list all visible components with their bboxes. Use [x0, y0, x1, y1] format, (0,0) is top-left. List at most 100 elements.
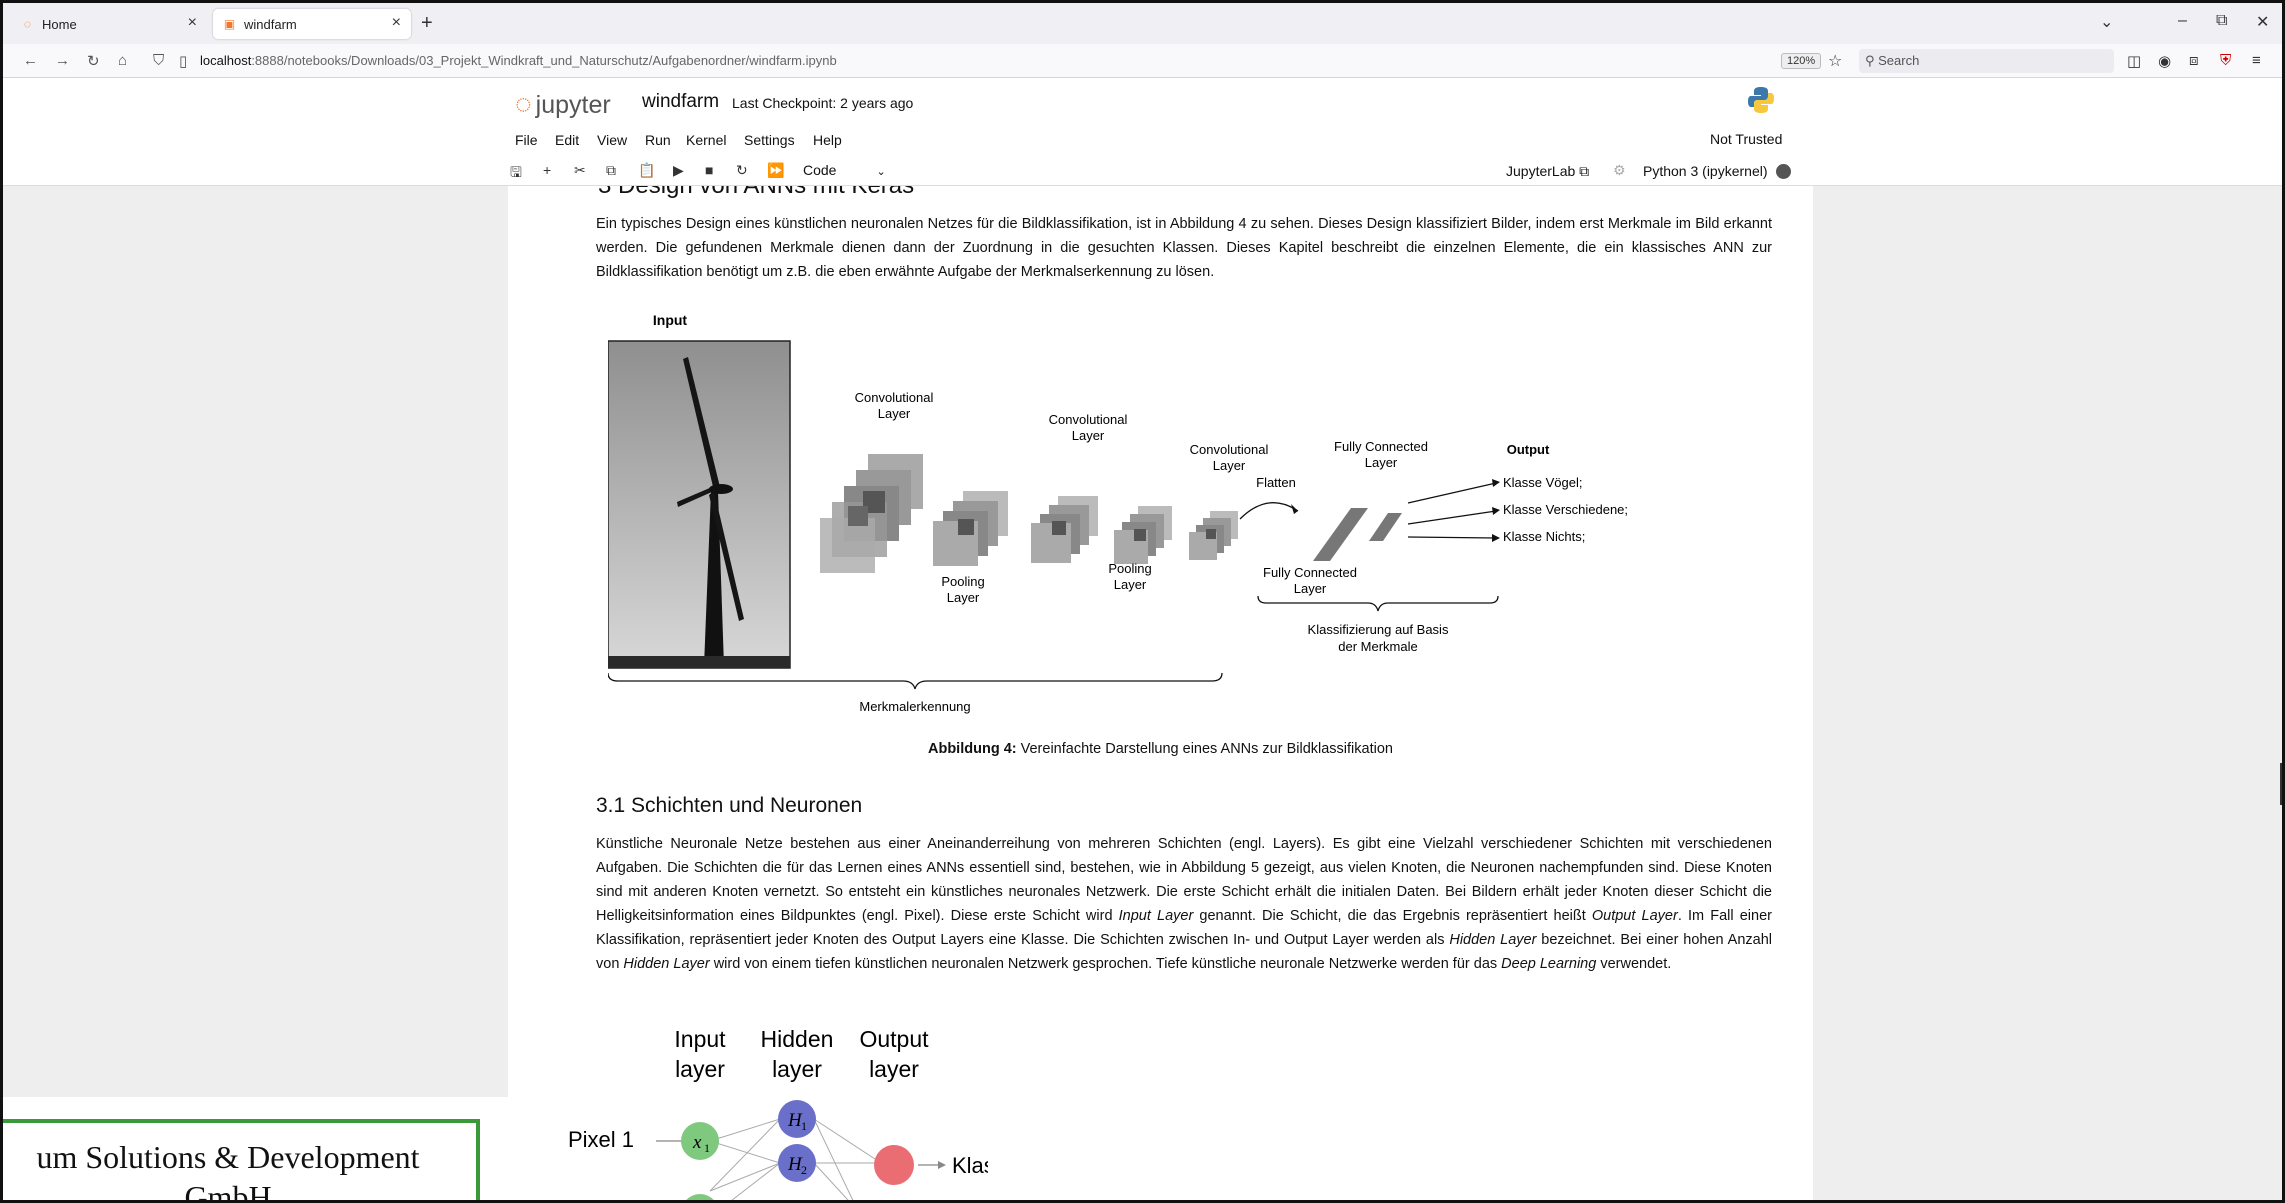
input-node-x2 — [686, 1194, 714, 1200]
fig4-flatten-label: Flatten — [1256, 475, 1296, 490]
browser-tabstrip: ◌ Home × ▣ windfarm × + ⌄ – ⧉ ✕ — [3, 3, 2282, 44]
run-all-icon[interactable]: ⏩ — [767, 162, 784, 179]
figure-5-network-diagram: Input layer Hidden layer Output layer Pi… — [568, 1026, 988, 1200]
jupyterlab-label: JupyterLab — [1506, 163, 1576, 179]
fig4-output-label: Output — [1507, 442, 1550, 457]
close-tab-icon[interactable]: × — [188, 14, 197, 32]
output-node-1 — [874, 1145, 914, 1185]
close-window-icon[interactable]: ✕ — [2256, 12, 2269, 32]
fig5-output-layer-label: Output — [859, 1026, 929, 1052]
company-name-line-1: um Solutions & Development — [36, 1139, 420, 1175]
account-icon[interactable]: ◉ — [2158, 52, 2171, 70]
tab-label: windfarm — [244, 16, 297, 32]
menu-run[interactable]: Run — [645, 132, 671, 148]
fig5-klasse-1-label: Klasse 1 — [952, 1153, 988, 1178]
zoom-level[interactable]: 120% — [1781, 53, 1822, 69]
fig4-pool1-label-2: Layer — [947, 590, 980, 605]
bookmark-star-icon[interactable]: ☆ — [1828, 51, 1842, 71]
search-input[interactable]: ⚲ Search — [1859, 49, 2114, 73]
conv-layer-3-maps — [1189, 511, 1238, 560]
jupyter-logo[interactable]: ◌ jupyter — [515, 88, 611, 120]
shield-icon[interactable]: ⛉ — [153, 52, 164, 69]
add-cell-icon[interactable]: + — [543, 162, 551, 178]
restore-icon[interactable]: ⧉ — [2216, 12, 2227, 30]
tab-list-chevron-icon[interactable]: ⌄ — [2100, 12, 2113, 32]
forward-icon[interactable]: → — [55, 52, 70, 69]
external-link-icon: ⧉ — [1579, 163, 1590, 179]
hidden-node-h1-sub: 1 — [801, 1119, 807, 1133]
ublock-icon[interactable]: ⛨ — [2220, 52, 2231, 69]
paste-icon[interactable]: 📋 — [638, 162, 655, 179]
menu-edit[interactable]: Edit — [555, 132, 579, 148]
pool-layer-2-maps — [1114, 506, 1172, 564]
close-tab-icon[interactable]: × — [392, 14, 401, 32]
conv-layer-2-maps — [1031, 496, 1098, 563]
menu-settings[interactable]: Settings — [744, 132, 795, 148]
tab-home[interactable]: ◌ Home × — [11, 9, 207, 39]
reload-icon[interactable]: ↻ — [87, 52, 100, 70]
fig4-merkmalerkennung-label: Merkmalerkennung — [859, 699, 970, 714]
screen: ◌ Home × ▣ windfarm × + ⌄ – ⧉ ✕ ← → ↻ ⌂ … — [0, 0, 2285, 1203]
last-checkpoint: Last Checkpoint: 2 years ago — [732, 95, 914, 111]
classification-brace — [1257, 595, 1499, 612]
fig4-class-2: Klasse Verschiedene; — [1503, 502, 1628, 517]
fig5-pixel-1-label: Pixel 1 — [568, 1127, 634, 1152]
menu-kernel[interactable]: Kernel — [686, 132, 726, 148]
wind-turbine-image — [608, 340, 791, 669]
page-icon: ▯ — [179, 53, 188, 70]
trust-status[interactable]: Not Trusted — [1710, 131, 1782, 147]
notebook-area: 3 Design von ANNs mit Keras Ein typische… — [11, 186, 2281, 1200]
menu-icon[interactable]: ≡ — [2252, 52, 2261, 69]
company-overlay-text: um Solutions & Development GmbH — [3, 1137, 453, 1203]
fig4-conv2-label: Convolutional — [1049, 412, 1128, 427]
notebook-favicon-icon: ▣ — [223, 17, 236, 31]
menu-help[interactable]: Help — [813, 132, 842, 148]
python-logo-icon — [1748, 87, 1774, 113]
pocket-icon[interactable]: ◫ — [2127, 52, 2141, 70]
cut-icon[interactable]: ✂ — [574, 162, 586, 179]
fig4-conv1-label-2: Layer — [878, 406, 911, 421]
new-tab-icon[interactable]: + — [421, 12, 433, 35]
body-italic-4: Hidden Layer — [623, 956, 710, 972]
body-paragraph: Künstliche Neuronale Netze bestehen aus … — [596, 832, 1772, 976]
jupyterlab-link[interactable]: JupyterLab ⧉ — [1506, 163, 1589, 180]
body-italic-5: Deep Learning — [1501, 956, 1597, 972]
body-italic-2: Output Layer — [1591, 908, 1678, 924]
home-icon[interactable]: ⌂ — [118, 52, 127, 69]
fig4-fc-top-label: Fully Connected — [1334, 439, 1428, 454]
search-icon: ⚲ — [1865, 53, 1879, 68]
body-text-2: genannt. Die Schicht, die das Ergebnis r… — [1193, 908, 1592, 924]
copy-icon[interactable]: ⧉ — [606, 162, 616, 179]
minimize-icon[interactable]: – — [2178, 12, 2187, 30]
section-heading-cut: 3 Design von ANNs mit Keras — [598, 186, 914, 200]
back-icon[interactable]: ← — [23, 52, 38, 69]
fig5-hidden-layer-label-2: layer — [772, 1056, 822, 1082]
kernel-name[interactable]: Python 3 (ipykernel) — [1643, 163, 1768, 179]
input-node-x1-sub: 1 — [704, 1141, 710, 1155]
extensions-icon[interactable]: ⧈ — [2189, 52, 2199, 69]
scrollbar-thumb[interactable] — [2280, 763, 2282, 805]
url-path: :8888/notebooks/Downloads/03_Projekt_Win… — [251, 53, 837, 68]
menu-view[interactable]: View — [597, 132, 627, 148]
fig4-pool1-label: Pooling — [941, 574, 984, 589]
run-icon[interactable]: ▶ — [673, 162, 684, 179]
cell-type-select[interactable]: Code ⌄ — [803, 162, 886, 178]
settings-gear-icon[interactable]: ⚙ — [1613, 162, 1626, 179]
fig4-class-1: Klasse Vögel; — [1503, 475, 1583, 490]
url-bar[interactable]: localhost:8888/notebooks/Downloads/03_Pr… — [200, 53, 837, 68]
fig5-output-layer-label-2: layer — [869, 1056, 919, 1082]
stop-icon[interactable]: ■ — [705, 162, 713, 178]
notebook-name[interactable]: windfarm — [642, 91, 719, 113]
caption-text: Vereinfachte Darstellung eines ANNs zur … — [1016, 741, 1393, 757]
hidden-node-h2-sub: 2 — [801, 1163, 807, 1177]
menu-file[interactable]: File — [515, 132, 538, 148]
kernel-status-indicator — [1776, 164, 1791, 179]
restart-icon[interactable]: ↻ — [736, 162, 748, 179]
figure-4-caption: Abbildung 4: Vereinfachte Darstellung ei… — [508, 741, 1813, 757]
company-name-line-2: GmbH — [184, 1179, 272, 1203]
tab-windfarm[interactable]: ▣ windfarm × — [213, 9, 411, 39]
save-icon[interactable]: 🖫 — [510, 162, 522, 186]
fig4-fc-top-label-2: Layer — [1365, 455, 1398, 470]
fig4-conv2-label-2: Layer — [1072, 428, 1105, 443]
intro-paragraph: Ein typisches Design eines künstlichen n… — [596, 216, 1772, 280]
